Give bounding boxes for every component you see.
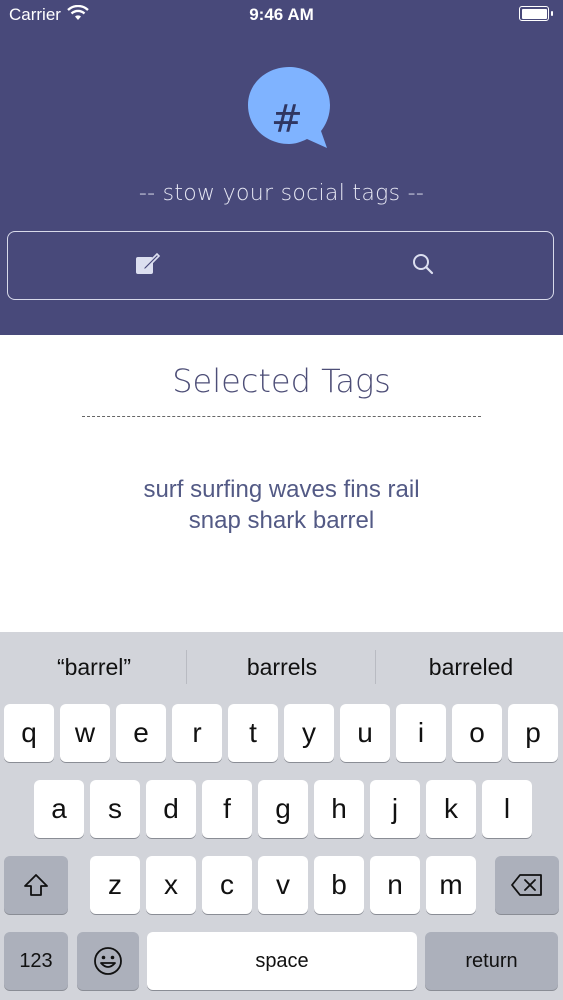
- suggestion-bar: “barrel” barrels barreled: [0, 632, 563, 702]
- suggestion-separator: [186, 650, 187, 684]
- space-key[interactable]: space: [147, 932, 417, 990]
- suggestion-2[interactable]: barrels: [188, 654, 376, 681]
- delete-icon: [511, 874, 542, 896]
- tagline: -- stow your social tags --: [138, 181, 425, 206]
- key-e[interactable]: e: [116, 704, 166, 762]
- suggestion-1[interactable]: “barrel”: [0, 654, 188, 681]
- delete-key[interactable]: [495, 856, 559, 914]
- suggestion-separator: [375, 650, 376, 684]
- battery-icon: [519, 6, 553, 21]
- key-o[interactable]: o: [452, 704, 502, 762]
- emoji-icon: [94, 947, 122, 975]
- key-q[interactable]: q: [4, 704, 54, 762]
- key-y[interactable]: y: [284, 704, 334, 762]
- key-z[interactable]: z: [90, 856, 140, 914]
- key-t[interactable]: t: [228, 704, 278, 762]
- keyboard: “barrel” barrels barreled q w e r t y u …: [0, 632, 563, 1000]
- key-u[interactable]: u: [340, 704, 390, 762]
- key-k[interactable]: k: [426, 780, 476, 838]
- key-s[interactable]: s: [90, 780, 140, 838]
- key-a[interactable]: a: [34, 780, 84, 838]
- status-bar: Carrier 9:46 AM: [0, 0, 563, 30]
- key-g[interactable]: g: [258, 780, 308, 838]
- selected-tags-title: Selected Tags: [172, 362, 391, 400]
- key-i[interactable]: i: [396, 704, 446, 762]
- tags-line-1: surf surfing waves fins rail: [143, 476, 420, 503]
- key-b[interactable]: b: [314, 856, 364, 914]
- action-bar: [7, 231, 554, 300]
- shift-key[interactable]: [4, 856, 68, 914]
- selected-tags-text[interactable]: surf surfing waves fins rail snap shark …: [80, 474, 483, 536]
- key-n[interactable]: n: [370, 856, 420, 914]
- key-h[interactable]: h: [314, 780, 364, 838]
- key-p[interactable]: p: [508, 704, 558, 762]
- key-w[interactable]: w: [60, 704, 110, 762]
- key-c[interactable]: c: [202, 856, 252, 914]
- numbers-key[interactable]: 123: [4, 932, 68, 990]
- tags-line-2: snap shark barrel: [188, 507, 375, 534]
- clock: 9:46 AM: [249, 5, 314, 24]
- suggestion-3[interactable]: barreled: [377, 654, 563, 681]
- key-m[interactable]: m: [426, 856, 476, 914]
- key-x[interactable]: x: [146, 856, 196, 914]
- key-j[interactable]: j: [370, 780, 420, 838]
- search-icon: [413, 254, 434, 275]
- hashtag-bubble-logo-icon: #: [247, 66, 332, 149]
- search-button[interactable]: [404, 245, 444, 285]
- app-header: Carrier 9:46 AM # -- stow your social ta…: [0, 0, 563, 335]
- key-r[interactable]: r: [172, 704, 222, 762]
- shift-icon: [24, 874, 48, 896]
- compose-icon: [136, 252, 161, 274]
- key-v[interactable]: v: [258, 856, 308, 914]
- logo-hash: #: [271, 97, 303, 141]
- key-l[interactable]: l: [482, 780, 532, 838]
- key-f[interactable]: f: [202, 780, 252, 838]
- dashed-divider: [82, 416, 481, 417]
- key-d[interactable]: d: [146, 780, 196, 838]
- compose-button[interactable]: [128, 245, 168, 285]
- return-key[interactable]: return: [425, 932, 558, 990]
- emoji-key[interactable]: [77, 932, 139, 990]
